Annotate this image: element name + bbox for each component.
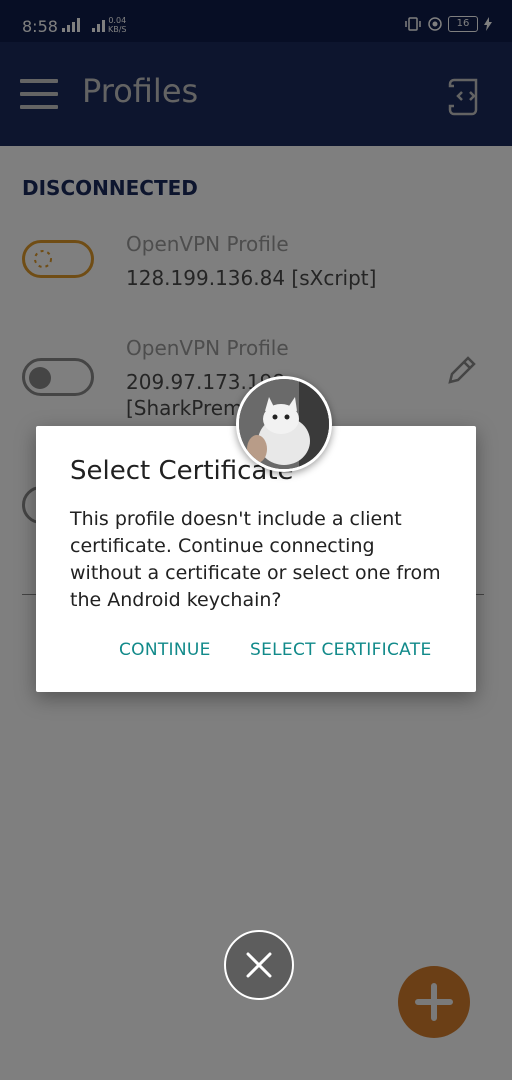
select-certificate-dialog: Select Certificate This profile doesn't … [36, 426, 476, 692]
dialog-message: This profile doesn't include a client ce… [70, 508, 441, 611]
close-icon [246, 952, 272, 978]
add-profile-button[interactable] [398, 966, 470, 1038]
close-bubble[interactable] [224, 930, 294, 1000]
plus-icon [415, 983, 453, 1021]
continue-button[interactable]: CONTINUE [119, 640, 211, 660]
chat-head-avatar[interactable] [236, 376, 332, 472]
select-certificate-button[interactable]: SELECT CERTIFICATE [250, 640, 431, 660]
